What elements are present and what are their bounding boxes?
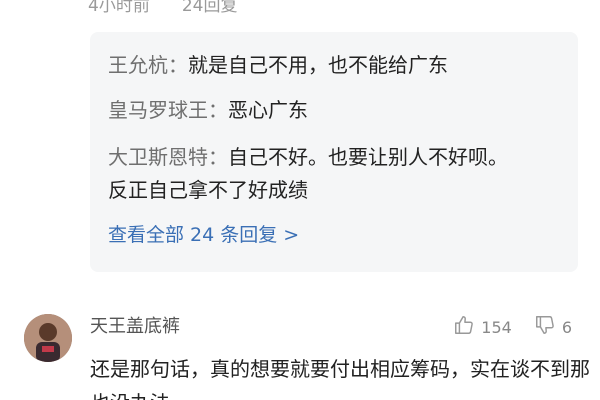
comment-meta: 4小时前 24回复	[88, 0, 238, 16]
timestamp: 4小时前	[88, 0, 150, 16]
reply-item[interactable]: 大卫斯恩特：自己不好。也要让别人不好呗。	[108, 142, 508, 172]
replies-panel: 王允杭：就是自己不用，也不能给广东 皇马罗球王：恶心广东 大卫斯恩特：自己不好。…	[90, 32, 578, 272]
comment-username[interactable]: 天王盖底裤	[90, 314, 180, 340]
like-count: 154	[481, 317, 512, 337]
like-button[interactable]: 154	[453, 314, 512, 340]
thumbs-up-icon	[453, 314, 475, 340]
view-all-replies-link[interactable]: 查看全部 24 条回复 >	[108, 220, 299, 250]
comment-actions: 154 6	[453, 314, 572, 340]
comment-item: 天王盖底裤 154 6 还是那句话，真的想要就要付出相应筹码，实在谈不到那也没办…	[0, 300, 600, 400]
reply-text: 恶心广东	[228, 98, 308, 122]
reply-author[interactable]: 王允杭：	[108, 53, 188, 77]
more-icon[interactable]	[560, 0, 584, 11]
reply-text-continued: 反正自己拿不了好成绩	[108, 178, 308, 202]
dislike-count: 6	[561, 317, 572, 337]
thumbs-down-icon	[534, 314, 556, 340]
avatar[interactable]	[24, 314, 72, 362]
reply-item[interactable]: 皇马罗球王：恶心广东	[108, 95, 308, 125]
comment-text: 还是那句话，真的想要就要付出相应筹码，实在谈不到那也没办法	[90, 357, 590, 400]
reply-author[interactable]: 皇马罗球王：	[108, 98, 228, 122]
reply-author[interactable]: 大卫斯恩特：	[108, 145, 228, 169]
reply-count[interactable]: 24回复	[182, 0, 238, 16]
reply-text: 就是自己不用，也不能给广东	[188, 53, 448, 77]
dislike-button[interactable]: 6	[534, 314, 572, 340]
reply-text: 自己不好。也要让别人不好呗。	[228, 145, 508, 169]
reply-item[interactable]: 王允杭：就是自己不用，也不能给广东	[108, 50, 448, 80]
